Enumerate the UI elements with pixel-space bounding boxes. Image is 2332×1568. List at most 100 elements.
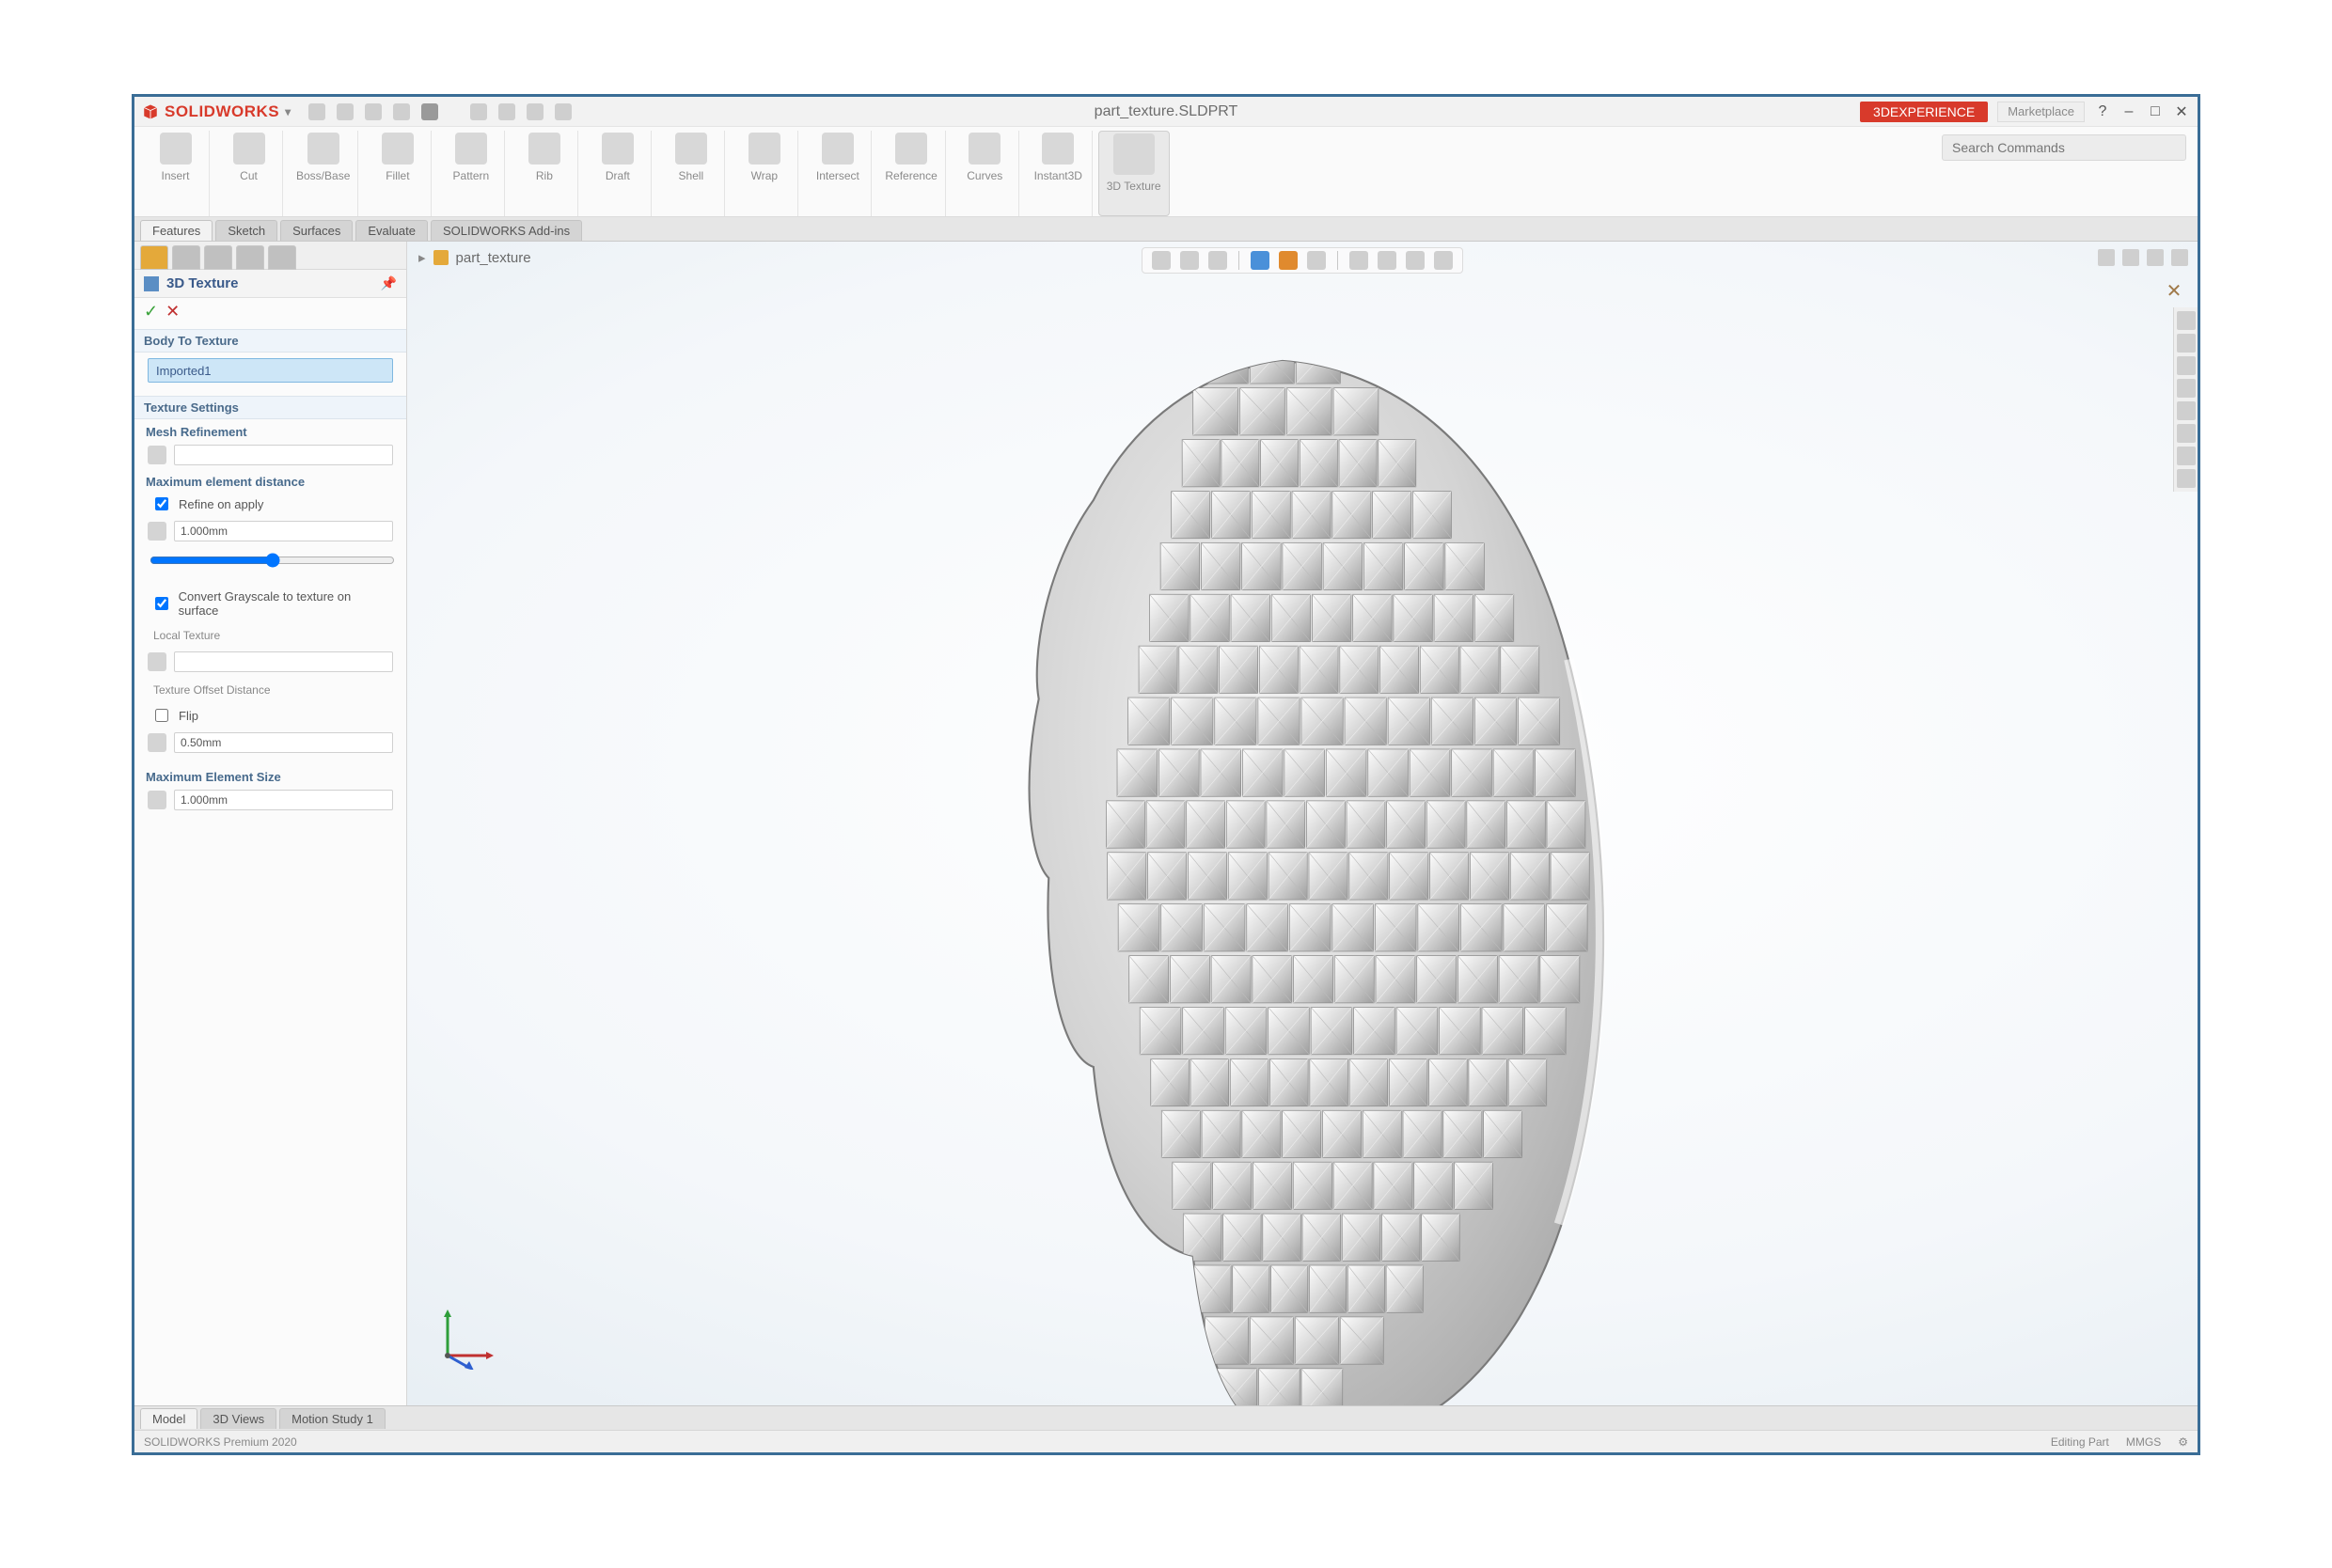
graphics-viewport[interactable]: ▸ part_texture — [407, 242, 2198, 1405]
command-search-input[interactable] — [1942, 134, 2186, 161]
ribbon-label: Draft — [606, 170, 630, 182]
ribbon-label: Shell — [679, 170, 704, 182]
qat-home-icon[interactable] — [421, 103, 438, 120]
ribbon-tab-evaluate[interactable]: Evaluate — [355, 220, 428, 241]
ribbon-icon — [382, 133, 414, 165]
ribbon-group-instant3d[interactable]: Instant3D — [1025, 131, 1093, 216]
body-selection-field[interactable]: Imported1 — [148, 358, 393, 383]
ribbon-label: Fillet — [386, 170, 409, 182]
flip-check-label: Flip — [179, 709, 198, 723]
qat-redo-icon[interactable] — [498, 103, 515, 120]
distance-input[interactable] — [174, 521, 393, 541]
property-manager-panel: 3D Texture 📌 ✓ ✕ Body To Texture Importe… — [134, 242, 407, 1405]
command-ribbon: Insert Cut Boss/Base Fillet Pattern Rib Draft S… — [134, 127, 2198, 217]
refine-checkbox[interactable] — [155, 497, 168, 510]
ribbon-label: Rib — [536, 170, 553, 182]
ribbon-icon — [895, 133, 927, 165]
ribbon-label: Cut — [240, 170, 258, 182]
ribbon-group-intersect[interactable]: Intersect — [804, 131, 872, 216]
pm-tab-dim-icon[interactable] — [236, 245, 264, 270]
ribbon-group-curves[interactable]: Curves — [952, 131, 1019, 216]
qat-open-icon[interactable] — [337, 103, 354, 120]
orientation-triad-icon[interactable] — [433, 1304, 499, 1370]
section-settings-title: Texture Settings — [134, 396, 406, 419]
ribbon-label: Curves — [967, 170, 1002, 182]
distort-label: Convert Grayscale to texture on surface — [179, 589, 389, 618]
qat-undo-icon[interactable] — [470, 103, 487, 120]
distance-slider[interactable] — [150, 553, 395, 568]
ribbon-group-pattern[interactable]: Pattern — [437, 131, 505, 216]
ribbon-icon — [233, 133, 265, 165]
pm-tab-feature-icon[interactable] — [140, 245, 168, 270]
ribbon-tab-sketch[interactable]: Sketch — [215, 220, 277, 241]
ribbon-icon — [307, 133, 339, 165]
qat-print-icon[interactable] — [393, 103, 410, 120]
ribbon-group-insert[interactable]: Insert — [142, 131, 210, 216]
ribbon-group-fillet[interactable]: Fillet — [364, 131, 432, 216]
ribbon-label: 3D Texture — [1107, 180, 1161, 193]
group-mesh-label: Mesh Refinement — [134, 419, 406, 441]
refine-check-label: Refine on apply — [179, 497, 263, 511]
ok-button[interactable]: ✓ — [144, 302, 158, 321]
texture-input[interactable] — [174, 651, 393, 672]
pm-tab-config-icon[interactable] — [172, 245, 200, 270]
offset-input[interactable] — [174, 732, 393, 753]
ribbon-group-3d-texture[interactable]: 3D Texture — [1098, 131, 1170, 216]
pm-body[interactable]: Body To Texture Imported1 Texture Settin… — [134, 325, 406, 1405]
ribbon-label: Pattern — [453, 170, 490, 182]
offset-icon — [148, 733, 166, 752]
ribbon-icon — [675, 133, 707, 165]
model-render[interactable] — [407, 242, 2198, 1405]
flip-checkbox[interactable] — [155, 709, 168, 722]
ribbon-tab-surfaces[interactable]: Surfaces — [280, 220, 353, 241]
qat-rebuild-icon[interactable] — [527, 103, 544, 120]
distance-icon — [148, 522, 166, 541]
brand-label: SOLIDWORKS — [165, 102, 279, 121]
ribbon-tab-solidworks-add-ins[interactable]: SOLIDWORKS Add-ins — [431, 220, 582, 241]
qat-options-icon[interactable] — [555, 103, 572, 120]
minimize-button[interactable]: – — [2120, 103, 2137, 120]
qat-new-icon[interactable] — [308, 103, 325, 120]
texture-icon — [148, 652, 166, 671]
section-body-title: Body To Texture — [134, 329, 406, 353]
ribbon-tab-strip: FeaturesSketchSurfacesEvaluateSOLIDWORKS… — [134, 217, 2198, 242]
cancel-button[interactable]: ✕ — [165, 302, 180, 321]
ribbon-group-shell[interactable]: Shell — [657, 131, 725, 216]
app-logo: SOLIDWORKS ▾ — [142, 102, 292, 121]
distort-checkbox[interactable] — [155, 597, 168, 610]
ribbon-tab-features[interactable]: Features — [140, 220, 213, 241]
feature-cube-icon — [144, 276, 159, 291]
local-texture-label: Local Texture — [148, 629, 220, 642]
close-button[interactable]: ✕ — [2173, 103, 2190, 120]
ribbon-group-wrap[interactable]: Wrap — [731, 131, 798, 216]
mesh-value-input[interactable] — [174, 445, 393, 465]
workspace: 3D Texture 📌 ✓ ✕ Body To Texture Importe… — [134, 242, 2198, 1405]
qat-save-icon[interactable] — [365, 103, 382, 120]
ribbon-icon — [602, 133, 634, 165]
max-size-input[interactable] — [174, 790, 393, 810]
offset-label: Texture Offset Distance — [148, 683, 271, 697]
document-title: part_texture.SLDPRT — [1095, 103, 1238, 120]
experience-banner[interactable]: 3DEXPERIENCE — [1860, 102, 1988, 122]
status-edition: SOLIDWORKS Premium 2020 — [144, 1435, 297, 1449]
pm-tab-display-icon[interactable] — [204, 245, 232, 270]
mesh-icon — [148, 446, 166, 464]
doc-tab-motion-study-1[interactable]: Motion Study 1 — [279, 1408, 386, 1429]
ribbon-group-draft[interactable]: Draft — [584, 131, 652, 216]
ribbon-icon — [748, 133, 780, 165]
ribbon-group-cut[interactable]: Cut — [215, 131, 283, 216]
ribbon-icon — [1042, 133, 1074, 165]
help-icon[interactable]: ? — [2094, 103, 2111, 120]
doc-tab-model[interactable]: Model — [140, 1408, 197, 1429]
pin-icon[interactable]: 📌 — [381, 275, 397, 291]
ribbon-group-reference[interactable]: Reference — [877, 131, 945, 216]
marketplace-button[interactable]: Marketplace — [1997, 102, 2085, 122]
group-distance-label: Maximum element distance — [134, 469, 406, 491]
status-cog-icon[interactable]: ⚙ — [2178, 1435, 2188, 1449]
pm-tab-study-icon[interactable] — [268, 245, 296, 270]
maximize-button[interactable]: □ — [2147, 103, 2164, 120]
ribbon-group-boss-base[interactable]: Boss/Base — [289, 131, 358, 216]
ribbon-group-rib[interactable]: Rib — [511, 131, 578, 216]
status-editing: Editing Part — [2051, 1435, 2109, 1449]
doc-tab-3d-views[interactable]: 3D Views — [200, 1408, 276, 1429]
